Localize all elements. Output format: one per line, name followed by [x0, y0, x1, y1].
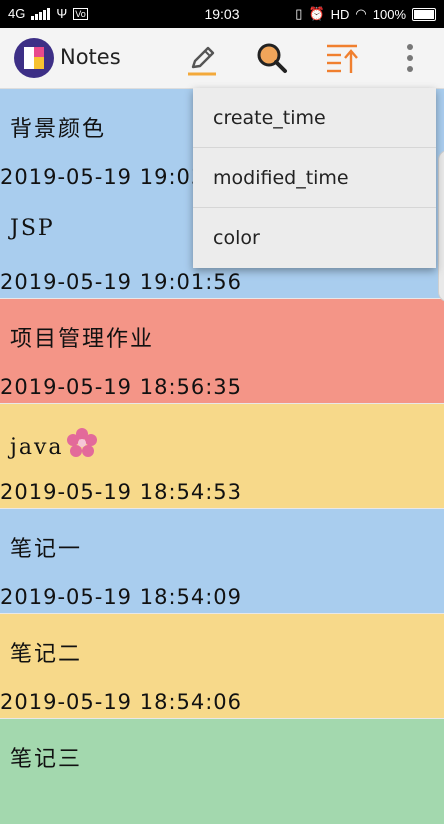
- note-item[interactable]: java 2019-05-19 18:54:53: [0, 404, 444, 509]
- divider: [0, 298, 444, 299]
- sort-icon: [327, 44, 358, 73]
- alarm-icon: ⏰: [308, 6, 325, 21]
- flower-icon: [67, 428, 98, 457]
- note-date: 2019-05-19 18:54:53: [0, 480, 243, 504]
- note-title: 笔记二: [10, 642, 83, 667]
- status-bar: 4G Ψ Vo 19:03 ▯ ⏰ HD ◠ 100%: [0, 0, 444, 28]
- menu-item-color[interactable]: color: [193, 208, 436, 268]
- divider: [0, 718, 444, 719]
- battery-text: 100%: [372, 6, 406, 22]
- note-title: java: [10, 426, 99, 460]
- menu-item-modified-time[interactable]: modified_time: [193, 148, 436, 208]
- battery-icon: [412, 7, 436, 21]
- note-item[interactable]: 笔记三: [0, 719, 444, 824]
- note-title: 项目管理作业: [10, 327, 155, 352]
- menu-item-create-time[interactable]: create_time: [193, 88, 436, 148]
- divider: [0, 403, 444, 404]
- note-title: JSP: [10, 216, 55, 241]
- edit-note-button[interactable]: [180, 36, 224, 80]
- note-item[interactable]: 项目管理作业 2019-05-19 18:56:35: [0, 299, 444, 404]
- note-title: 笔记三: [10, 747, 83, 772]
- note-date: 2019-05-19 18:54:06: [0, 690, 243, 714]
- note-date: 2019-05-19 18:56:35: [0, 375, 243, 399]
- app-title: Notes: [60, 45, 121, 69]
- app-bar: Notes: [0, 28, 444, 89]
- wifi-icon: ◠: [355, 6, 367, 21]
- divider: [0, 508, 444, 509]
- vibrate-icon: ▯: [295, 6, 303, 21]
- divider: [0, 613, 444, 614]
- search-icon: [257, 43, 287, 73]
- status-right: ▯ ⏰ HD ◠ 100%: [295, 6, 436, 22]
- hd-label: HD: [330, 6, 350, 22]
- note-date: 2019-05-19 18:54:09: [0, 585, 243, 609]
- sort-popup-menu: create_time modified_time color: [193, 88, 436, 268]
- note-title-text: java: [10, 435, 64, 460]
- app-logo-icon: [14, 38, 54, 78]
- note-title: 背景颜色: [10, 117, 107, 142]
- sort-button[interactable]: [320, 36, 364, 80]
- search-button[interactable]: [250, 36, 294, 80]
- overflow-menu-icon: [407, 44, 413, 72]
- overflow-menu-button[interactable]: [388, 36, 432, 80]
- note-item[interactable]: 笔记二 2019-05-19 18:54:06: [0, 614, 444, 719]
- side-edge-handle: [438, 150, 444, 302]
- note-date: 2019-05-19 19:01:56: [0, 270, 243, 294]
- note-item[interactable]: 笔记一 2019-05-19 18:54:09: [0, 509, 444, 614]
- pencil-icon: [188, 46, 216, 76]
- note-title: 笔记一: [10, 537, 83, 562]
